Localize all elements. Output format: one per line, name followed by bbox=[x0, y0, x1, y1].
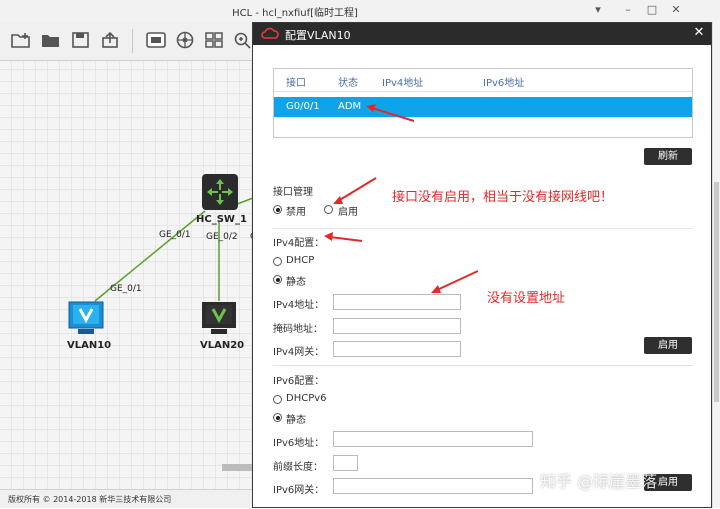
open-folder-icon[interactable] bbox=[40, 30, 62, 50]
interface-table: 接口 状态 IPv4地址 IPv6地址 G0/0/1 ADM bbox=[273, 68, 693, 138]
section-divider bbox=[273, 228, 693, 229]
ipv6-gateway-label: IPv6网关： bbox=[273, 485, 325, 496]
port-label: GE_0/1 bbox=[110, 284, 142, 294]
dialog-title: 配置VLAN10 bbox=[285, 29, 351, 42]
interface-mgmt-label: 接口管理 bbox=[273, 187, 313, 198]
host-label: VLAN10 bbox=[67, 340, 112, 351]
minimize-icon[interactable]: – bbox=[620, 3, 636, 17]
table-header: 接口 状态 IPv4地址 IPv6地址 bbox=[274, 69, 692, 92]
ipv6-gateway-input[interactable] bbox=[333, 478, 533, 494]
scrollbar-thumb[interactable] bbox=[714, 182, 719, 402]
table-row[interactable]: G0/0/1 ADM bbox=[274, 97, 692, 117]
ipv6-address-input[interactable] bbox=[333, 431, 533, 447]
window-title: HCL - hcl_nxfiuf[临时工程] bbox=[232, 8, 358, 19]
close-window-icon[interactable]: ✕ bbox=[668, 3, 684, 17]
radio-ipv4-static[interactable] bbox=[273, 275, 282, 284]
radio-enable-label: 启用 bbox=[338, 207, 358, 218]
export-icon[interactable] bbox=[100, 30, 122, 50]
host-vlan20-icon[interactable] bbox=[201, 301, 237, 335]
radio-ipv6-static[interactable] bbox=[273, 413, 282, 422]
vertical-scrollbar[interactable] bbox=[712, 22, 720, 508]
refresh-button[interactable]: 刷新 bbox=[644, 148, 692, 165]
new-folder-icon[interactable] bbox=[10, 30, 32, 50]
radio-dhcp[interactable] bbox=[273, 257, 282, 266]
column-header: IPv4地址 bbox=[382, 78, 424, 89]
radio-disable[interactable] bbox=[273, 205, 282, 214]
ipv6-address-label: IPv6地址： bbox=[273, 438, 325, 449]
radio-enable[interactable] bbox=[324, 205, 333, 214]
status-bar: 版权所有 © 2014-2018 新华三技术有限公司 bbox=[0, 489, 258, 508]
ipv4-enable-button[interactable]: 启用 bbox=[644, 337, 692, 354]
ipv4-gateway-label: IPv4网关： bbox=[273, 347, 325, 358]
screenshot-icon[interactable] bbox=[145, 30, 167, 50]
section-divider bbox=[273, 365, 693, 366]
maximize-icon[interactable]: □ bbox=[644, 3, 660, 17]
cell-status: ADM bbox=[338, 101, 362, 112]
radio-ipv4-static-label: 静态 bbox=[286, 277, 306, 288]
port-label: GE_0/2 bbox=[206, 232, 238, 242]
zoom-icon[interactable] bbox=[232, 30, 254, 50]
menu-dropdown-icon[interactable]: ▾ bbox=[590, 3, 606, 17]
switch-icon[interactable] bbox=[202, 174, 238, 210]
ipv4-address-label: IPv4地址： bbox=[273, 300, 325, 311]
radio-disable-label: 禁用 bbox=[286, 207, 306, 218]
config-dialog: 配置VLAN10 ✕ 接口 状态 IPv4地址 IPv6地址 G0/0/1 AD… bbox=[252, 22, 712, 508]
ipv4-address-input[interactable] bbox=[333, 294, 461, 310]
cell-interface: G0/0/1 bbox=[286, 101, 320, 112]
annotation-interface-not-enabled: 接口没有启用，相当于没有接网线吧！ bbox=[392, 190, 614, 205]
dialog-title-bar: 配置VLAN10 ✕ bbox=[253, 23, 711, 45]
topology-canvas[interactable]: HC_SW_1 GE_0/1 GE_0/2 G GE_0/1 VLAN10 VL… bbox=[0, 61, 258, 489]
ipv4-mask-input[interactable] bbox=[333, 318, 461, 334]
ipv4-section-label: IPv4配置： bbox=[273, 238, 325, 249]
prefix-length-label: 前缀长度： bbox=[273, 462, 323, 473]
topology-links bbox=[94, 195, 258, 302]
close-icon[interactable]: ✕ bbox=[691, 25, 707, 41]
column-header: 接口 bbox=[286, 78, 306, 89]
cloud-icon bbox=[261, 27, 279, 40]
save-icon[interactable] bbox=[70, 30, 92, 50]
grid-icon[interactable] bbox=[203, 30, 225, 50]
host-label: VLAN20 bbox=[200, 340, 245, 351]
watermark-text: 知乎 @琼崖墨落 bbox=[540, 472, 658, 491]
prefix-length-input[interactable] bbox=[333, 455, 358, 471]
ipv4-gateway-input[interactable] bbox=[333, 341, 461, 357]
row-divider bbox=[274, 117, 692, 118]
main-title-bar: HCL - hcl_nxfiuf[临时工程] ▾ – □ ✕ bbox=[0, 0, 720, 23]
switch-label: HC_SW_1 bbox=[196, 214, 247, 225]
annotation-no-address: 没有设置地址 bbox=[487, 291, 566, 306]
host-vlan10-icon[interactable] bbox=[68, 301, 104, 335]
column-header: IPv6地址 bbox=[483, 78, 525, 89]
radio-dhcpv6-label: DHCPv6 bbox=[286, 393, 327, 404]
radio-dhcp-label: DHCP bbox=[286, 255, 315, 266]
radio-ipv6-static-label: 静态 bbox=[286, 415, 306, 426]
settings-icon[interactable] bbox=[174, 30, 196, 50]
ipv4-mask-label: 掩码地址： bbox=[273, 324, 323, 335]
column-header: 状态 bbox=[338, 78, 358, 89]
port-label: GE_0/1 bbox=[159, 230, 191, 240]
toolbar-separator bbox=[132, 29, 133, 53]
radio-dhcpv6[interactable] bbox=[273, 395, 282, 404]
ipv6-section-label: IPv6配置： bbox=[273, 376, 325, 387]
